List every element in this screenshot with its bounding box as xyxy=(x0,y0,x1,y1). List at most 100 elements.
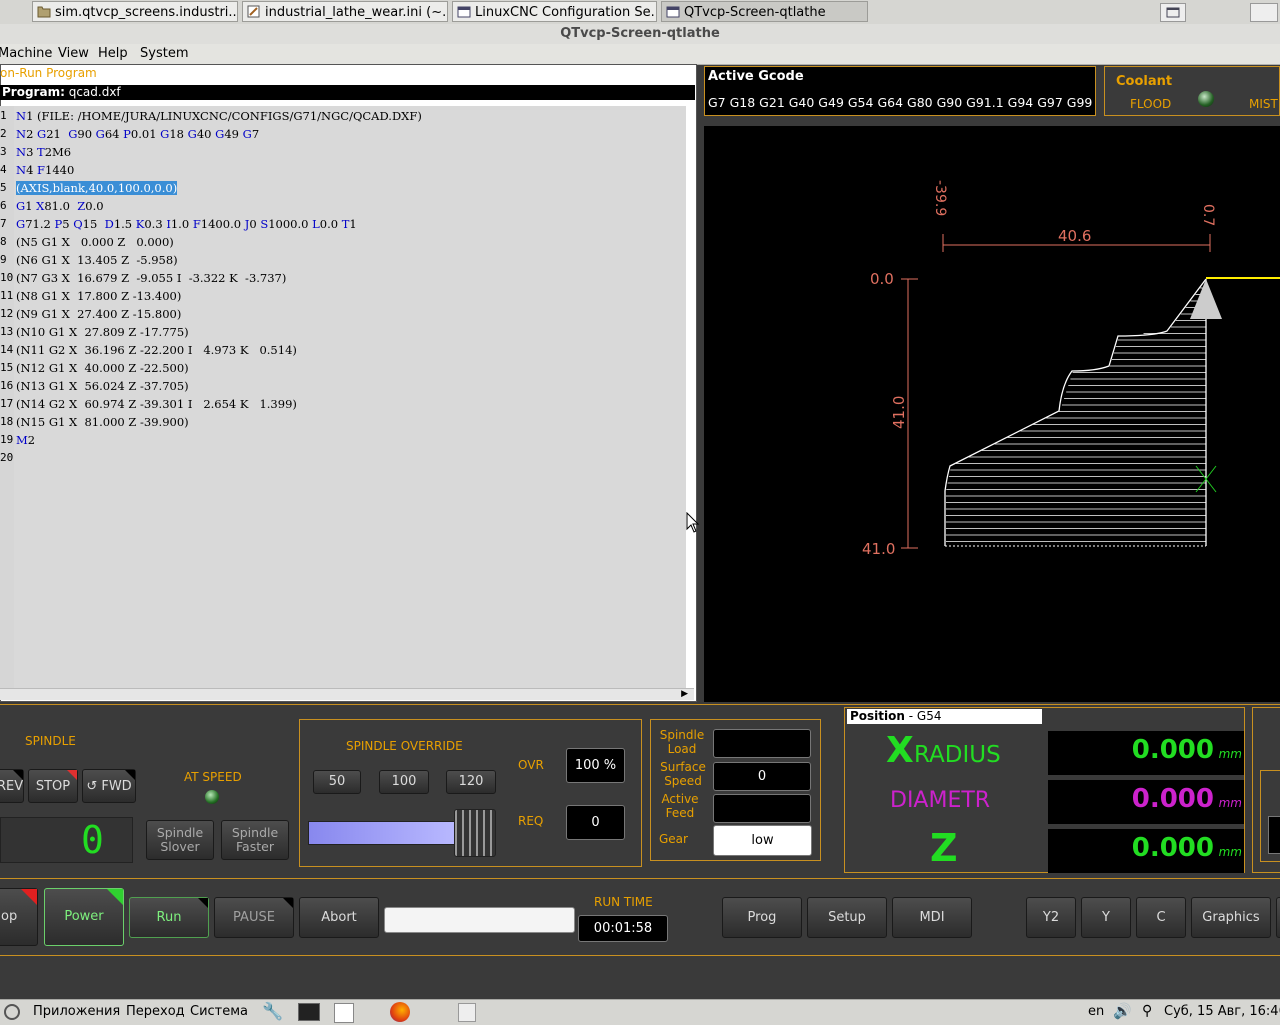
code-line[interactable]: (N8 G1 X 17.800 Z -13.400) xyxy=(16,289,181,303)
active-feed-label: Active Feed xyxy=(661,792,699,820)
network-icon[interactable]: ⚲ xyxy=(1142,1003,1152,1019)
setup-tab-button[interactable]: Setup xyxy=(807,897,887,938)
code-line[interactable]: (N15 G1 X 81.000 Z -39.900) xyxy=(16,415,189,429)
code-line[interactable]: N4 F1440 xyxy=(16,163,74,177)
line-number: 10 xyxy=(0,271,14,284)
pause-button[interactable]: PAUSE xyxy=(214,897,294,938)
flood-indicator-light[interactable] xyxy=(1198,91,1214,107)
prog-tab-button[interactable]: Prog xyxy=(722,897,802,938)
show-desktop-button[interactable] xyxy=(1160,3,1186,22)
toolpath-plot: -39.9 0.7 40.6 0.0 41.0 41.0 xyxy=(862,180,1280,558)
gcode-lines[interactable]: 1 N1 (FILE: /HOME/JURA/LINUXCNC/CONFIGS/G… xyxy=(0,106,686,688)
power-button[interactable]: Power xyxy=(44,888,124,946)
graphics-button[interactable]: Graphics xyxy=(1191,897,1271,938)
c-button[interactable]: C xyxy=(1136,897,1186,938)
horizontal-scrollbar[interactable]: ▶ xyxy=(0,688,694,700)
spindle-override-slider[interactable] xyxy=(308,821,455,845)
toolpath-graphics-view[interactable]: -39.9 0.7 40.6 0.0 41.0 41.0 xyxy=(704,126,1280,702)
code-line[interactable]: (N7 G3 X 16.679 Z -9.055 I -3.322 K -3.7… xyxy=(16,271,286,285)
spindle-faster-button[interactable]: Spindle Faster xyxy=(221,820,289,860)
code-line[interactable]: (AXIS,blank,40.0,100.0,0.0) xyxy=(16,181,178,195)
code-line[interactable]: M2 xyxy=(16,433,35,447)
menu-machine[interactable]: Machine xyxy=(0,45,52,63)
y2-button[interactable]: Y2 xyxy=(1026,897,1076,938)
diameter-dro-display[interactable]: 0.000 mm xyxy=(1048,780,1244,824)
code-line[interactable]: N3 T2M6 xyxy=(16,145,71,159)
abort-button[interactable]: Abort xyxy=(299,897,379,938)
z-dro-display[interactable]: 0.000 mm xyxy=(1048,829,1244,873)
spindle-override-title: SPINDLE OVERRIDE xyxy=(346,739,463,753)
spindle-stop-button[interactable]: STOP xyxy=(28,769,78,803)
dim-z-top-label: 0.0 xyxy=(870,270,894,288)
gear-select[interactable]: low xyxy=(713,825,812,856)
spindle-slower-button[interactable]: Spindle Slover xyxy=(146,820,214,860)
override-preset-100-button[interactable]: 100 xyxy=(379,770,429,794)
dim-top-left-label: -39.9 xyxy=(932,180,948,216)
code-line[interactable]: (N13 G1 X 56.024 Z -37.705) xyxy=(16,379,189,393)
task-file-manager[interactable]: sim.qtvcp_screens.industri... xyxy=(32,1,238,22)
code-line[interactable]: G1 X81.0 Z0.0 xyxy=(16,199,104,213)
slider-handle[interactable] xyxy=(454,809,496,857)
task-config[interactable]: LinuxCNC Configuration Se... xyxy=(452,1,657,22)
text-editor-launcher-icon[interactable] xyxy=(334,1003,354,1023)
power-label: Power xyxy=(64,909,104,924)
code-line[interactable]: (N9 G1 X 27.400 Z -15.800) xyxy=(16,307,181,321)
scroll-right-arrow-icon[interactable]: ▶ xyxy=(681,689,688,699)
run-from-line-label[interactable]: on-Run Program xyxy=(0,64,97,82)
trash-icon[interactable] xyxy=(458,1003,476,1022)
spindle-info-panel: Spindle Load Surface Speed 0 Active Feed… xyxy=(650,719,821,861)
estop-button[interactable]: op xyxy=(0,888,38,946)
workspace-switcher[interactable] xyxy=(1250,3,1278,22)
code-line[interactable]: N2 G21 G90 G64 P0.01 G18 G40 G49 G7 xyxy=(16,127,259,141)
clock[interactable]: Суб, 15 Авг, 16:46 xyxy=(1164,1004,1280,1019)
override-preset-50-button[interactable]: 50 xyxy=(313,770,361,794)
code-line[interactable]: (N5 G1 X 0.000 Z 0.000) xyxy=(16,235,174,249)
keyboard-layout[interactable]: en xyxy=(1088,1004,1104,1019)
code-line[interactable]: N1 (FILE: /HOME/JURA/LINUXCNC/CONFIGS/G7… xyxy=(16,109,422,123)
terminal-launcher-icon[interactable] xyxy=(298,1003,320,1021)
task-editor[interactable]: industrial_lathe_wear.ini (~... xyxy=(242,1,448,22)
mdi-command-input[interactable] xyxy=(384,907,575,933)
system-menu[interactable]: Система xyxy=(190,1004,248,1019)
menu-view[interactable]: View xyxy=(58,45,89,63)
x-dro-display[interactable]: 0.000 mm xyxy=(1048,731,1244,775)
code-line[interactable]: (N12 G1 X 40.000 Z -22.500) xyxy=(16,361,189,375)
rev-label: REV xyxy=(0,779,24,794)
places-menu[interactable]: Переход xyxy=(126,1004,185,1019)
program-label: Program: xyxy=(2,85,65,99)
task-qtvcp[interactable]: QTvcp-Screen-qtlathe xyxy=(661,1,868,22)
wrench-launcher-icon[interactable]: 🔧 xyxy=(262,1002,283,1022)
run-time-label: RUN TIME xyxy=(594,895,653,909)
applications-menu[interactable]: Приложения xyxy=(33,1004,120,1019)
x-axis-letter[interactable]: X xyxy=(886,730,914,771)
y-button[interactable]: Y xyxy=(1081,897,1131,938)
spindle-forward-button[interactable]: ↺ FWD xyxy=(82,769,136,803)
line-number: 15 xyxy=(0,361,14,374)
volume-icon[interactable]: 🔊 xyxy=(1113,1002,1132,1020)
code-line[interactable]: (N11 G2 X 36.196 Z -22.200 I 4.973 K 0.5… xyxy=(16,343,297,357)
line-number: 12 xyxy=(0,307,14,320)
mate-logo-icon[interactable] xyxy=(4,1004,20,1020)
code-line[interactable]: G71.2 P5 Q15 D1.5 K0.3 I1.0 F1400.0 J0 S… xyxy=(16,217,357,231)
top-taskbar: sim.qtvcp_screens.industri... industrial… xyxy=(0,0,1280,25)
code-line[interactable]: (N6 G1 X 13.405 Z -5.958) xyxy=(16,253,178,267)
spindle-title: SPINDLE xyxy=(25,734,76,748)
mdi-tab-button[interactable]: MDI xyxy=(892,897,972,938)
run-button[interactable]: Run xyxy=(129,897,209,938)
more-button[interactable] xyxy=(1276,897,1280,938)
bottom-panel: Приложения Переход Система 🔧 en 🔊 ⚲ Суб,… xyxy=(0,999,1280,1025)
z-axis-letter[interactable]: Z xyxy=(930,826,958,870)
mist-label: MIST xyxy=(1249,97,1278,111)
gear-label: Gear xyxy=(659,832,688,846)
line-number: 1 xyxy=(0,109,7,122)
menu-help[interactable]: Help xyxy=(98,45,128,63)
menu-system[interactable]: System xyxy=(140,45,188,63)
coord-system: - G54 xyxy=(904,709,942,723)
spindle-reverse-button[interactable]: REV xyxy=(0,769,24,803)
override-preset-120-button[interactable]: 120 xyxy=(446,770,496,794)
firefox-launcher-icon[interactable] xyxy=(390,1002,410,1022)
tool-cone-icon xyxy=(1190,279,1222,319)
code-line[interactable]: (N10 G1 X 27.809 Z -17.775) xyxy=(16,325,189,339)
code-line[interactable]: (N14 G2 X 60.974 Z -39.301 I 2.654 K 1.3… xyxy=(16,397,297,411)
program-filename: qcad.dxf xyxy=(68,85,121,99)
